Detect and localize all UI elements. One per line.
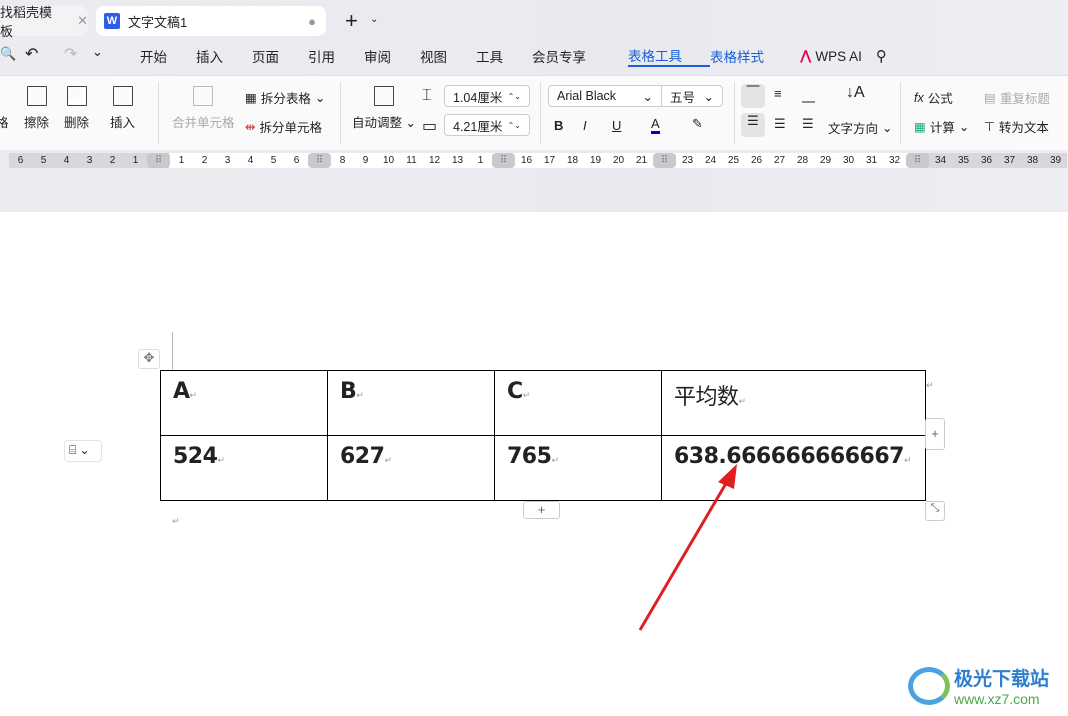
watermark: 极光下载站 www.xz7.com: [908, 664, 1049, 707]
annotation-arrow: [638, 464, 737, 631]
logo-icon: [908, 666, 950, 705]
